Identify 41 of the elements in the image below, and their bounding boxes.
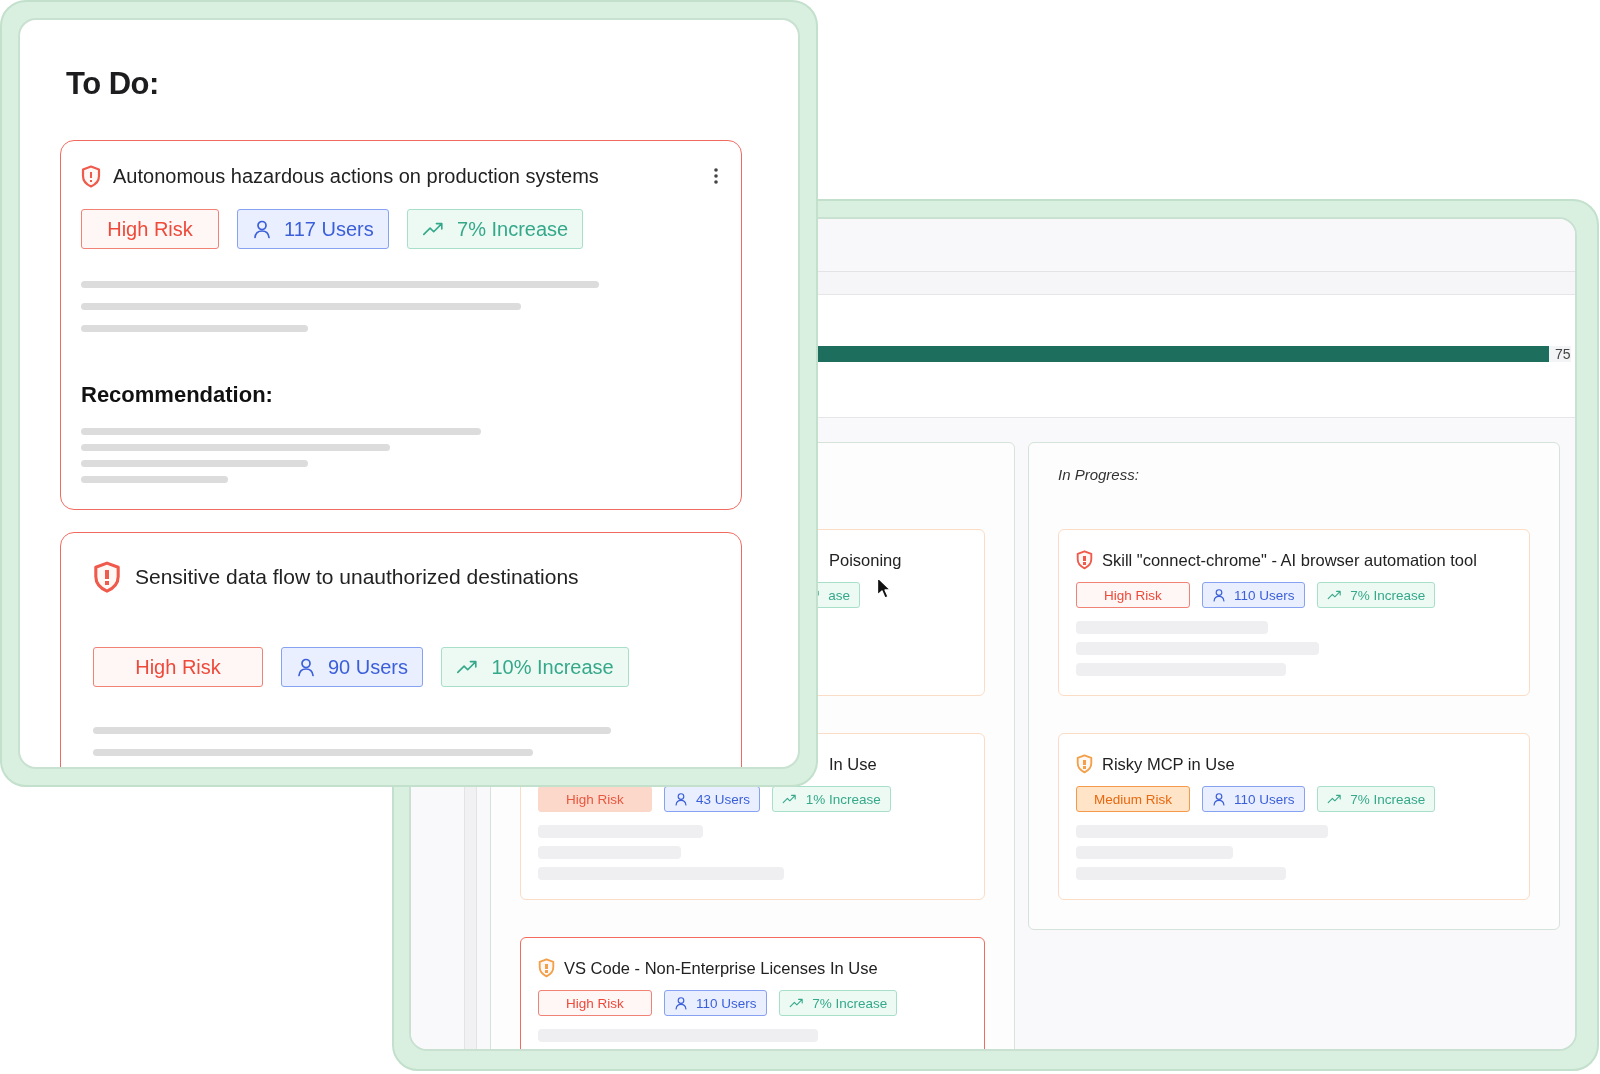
window-title: To Do:: [66, 65, 160, 103]
trend-badge: 1% Increase: [772, 786, 891, 812]
trend-badge: 7% Increase: [1316, 786, 1436, 812]
risk-badge: High Risk: [93, 647, 263, 688]
user-icon: [674, 792, 688, 806]
risk-badge: High Risk: [1076, 582, 1190, 608]
user-icon: [1212, 792, 1226, 806]
issue-title: Poisoning: [828, 550, 903, 571]
risk-badge: Medium Risk: [1076, 786, 1190, 812]
issue-title: Skill "connect-chrome" - AI browser automation tool: [1102, 550, 1477, 571]
trend-up-icon: [1326, 589, 1343, 601]
risk-badge: High Risk: [538, 990, 652, 1016]
task-title: Sensitive data flow to unauthorized destinations: [135, 564, 580, 591]
trend-badge: 7% Increase: [778, 990, 898, 1016]
trend-badge: 7% Increase: [1316, 582, 1436, 608]
users-badge: 43 Users: [664, 786, 761, 812]
users-badge: 90 Users: [281, 647, 424, 688]
section-heading: Recommendation:: [81, 382, 274, 408]
trend-up-icon: [421, 220, 446, 238]
risk-badge: High Risk: [81, 209, 219, 249]
issue-title: Risky MCP in Use: [1102, 754, 1235, 775]
users-badge: 110 Users: [664, 990, 767, 1016]
trend-up-icon: [782, 793, 798, 805]
trend-badge: 7% Increase: [406, 209, 584, 249]
user-icon: [1212, 588, 1226, 602]
more-menu-icon[interactable]: [713, 167, 719, 185]
progress-reading: 75: [1555, 345, 1571, 363]
column-title: In Progress:: [1058, 465, 1140, 485]
users-badge: 110 Users: [1202, 786, 1305, 812]
task-title: Autonomous hazardous actions on production systems: [113, 164, 600, 189]
user-icon: [674, 996, 688, 1010]
user-icon: [252, 219, 272, 239]
user-icon: [296, 657, 316, 678]
trend-up-icon: [1326, 793, 1343, 805]
issue-title: In Use: [828, 754, 878, 775]
users-badge: 117 Users: [237, 209, 389, 249]
issue-title: VS Code - Non-Enterprise Licenses In Use: [564, 958, 878, 979]
users-badge: 110 Users: [1202, 582, 1305, 608]
trend-badge: 10% Increase: [441, 647, 629, 688]
trend-up-icon: [788, 997, 805, 1009]
risk-badge: High Risk: [538, 786, 652, 812]
